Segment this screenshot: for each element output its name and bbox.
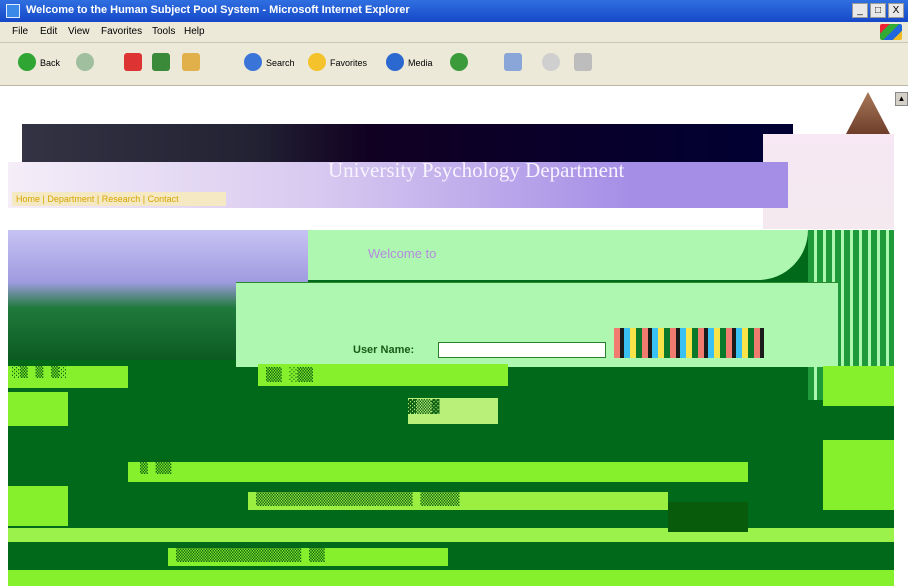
search-icon[interactable] [244, 53, 262, 71]
print-icon[interactable] [542, 53, 560, 71]
menu-view[interactable]: View [68, 26, 90, 37]
mail-icon[interactable] [504, 53, 522, 71]
welcome-text: Welcome to [368, 246, 437, 261]
menu-tools[interactable]: Tools [152, 26, 175, 37]
window-title: Welcome to the Human Subject Pool System… [26, 4, 410, 16]
garbled-text: ▒▒ ░▒▒ [266, 368, 313, 383]
menu-bar: File Edit View Favorites Tools Help [0, 22, 908, 43]
corrupted-band [668, 502, 748, 532]
home-icon[interactable] [182, 53, 200, 71]
windows-logo-icon [880, 24, 902, 40]
corrupted-band [823, 366, 894, 406]
favorites-icon[interactable] [308, 53, 326, 71]
menu-file[interactable]: File [12, 26, 28, 37]
department-title: University Psychology Department [328, 158, 625, 182]
forward-icon[interactable] [76, 53, 94, 71]
corrupted-band [128, 462, 748, 482]
back-button-label[interactable]: Back [40, 58, 60, 68]
minimize-button[interactable]: _ [852, 3, 868, 18]
ie-app-icon [6, 4, 20, 18]
back-icon[interactable] [18, 53, 36, 71]
username-input[interactable] [438, 342, 606, 358]
page-viewport: University Psychology Department Home | … [8, 92, 894, 586]
garbled-text: ▓▒▒▓ [408, 400, 440, 415]
refresh-icon[interactable] [152, 53, 170, 71]
search-button-label[interactable]: Search [266, 58, 295, 68]
garbled-text: ▒▒▒▒▒▒▒▒▒▒▒▒▒▒▒▒ ▒▒ [176, 548, 325, 563]
header-nav-links[interactable]: Home | Department | Research | Contact [12, 192, 226, 206]
garbled-text: ▒▒▒▒▒▒▒▒▒▒▒▒▒▒▒▒▒▒▒▒ ▒▒▒▒▒ [256, 492, 460, 507]
menu-favorites[interactable]: Favorites [101, 26, 142, 37]
corrupted-band [8, 570, 894, 586]
menu-edit[interactable]: Edit [40, 26, 57, 37]
favorites-button-label[interactable]: Favorites [330, 58, 367, 68]
corrupted-band [8, 486, 68, 526]
edit-icon[interactable] [574, 53, 592, 71]
spire-image [846, 92, 890, 134]
menu-help[interactable]: Help [184, 26, 205, 37]
title-bar: Welcome to the Human Subject Pool System… [0, 0, 908, 22]
media-icon[interactable] [386, 53, 404, 71]
toolbar: Back Search Favorites Media [0, 43, 908, 86]
garbled-text: ▒ ▒▒ [140, 460, 172, 475]
close-button[interactable]: X [888, 3, 904, 18]
history-icon[interactable] [450, 53, 468, 71]
stop-icon[interactable] [124, 53, 142, 71]
corrupted-band [823, 440, 894, 510]
window-controls: _ □ X [852, 3, 904, 18]
scroll-up-arrow[interactable]: ▲ [895, 92, 908, 106]
corrupted-band [8, 528, 894, 542]
garbled-text: ░▒ ▒ ▒░ [12, 364, 67, 379]
corrupted-band [8, 392, 68, 426]
maximize-button[interactable]: □ [870, 3, 886, 18]
username-label: User Name: [353, 344, 415, 356]
media-button-label[interactable]: Media [408, 58, 433, 68]
corrupted-image-area [614, 328, 764, 358]
